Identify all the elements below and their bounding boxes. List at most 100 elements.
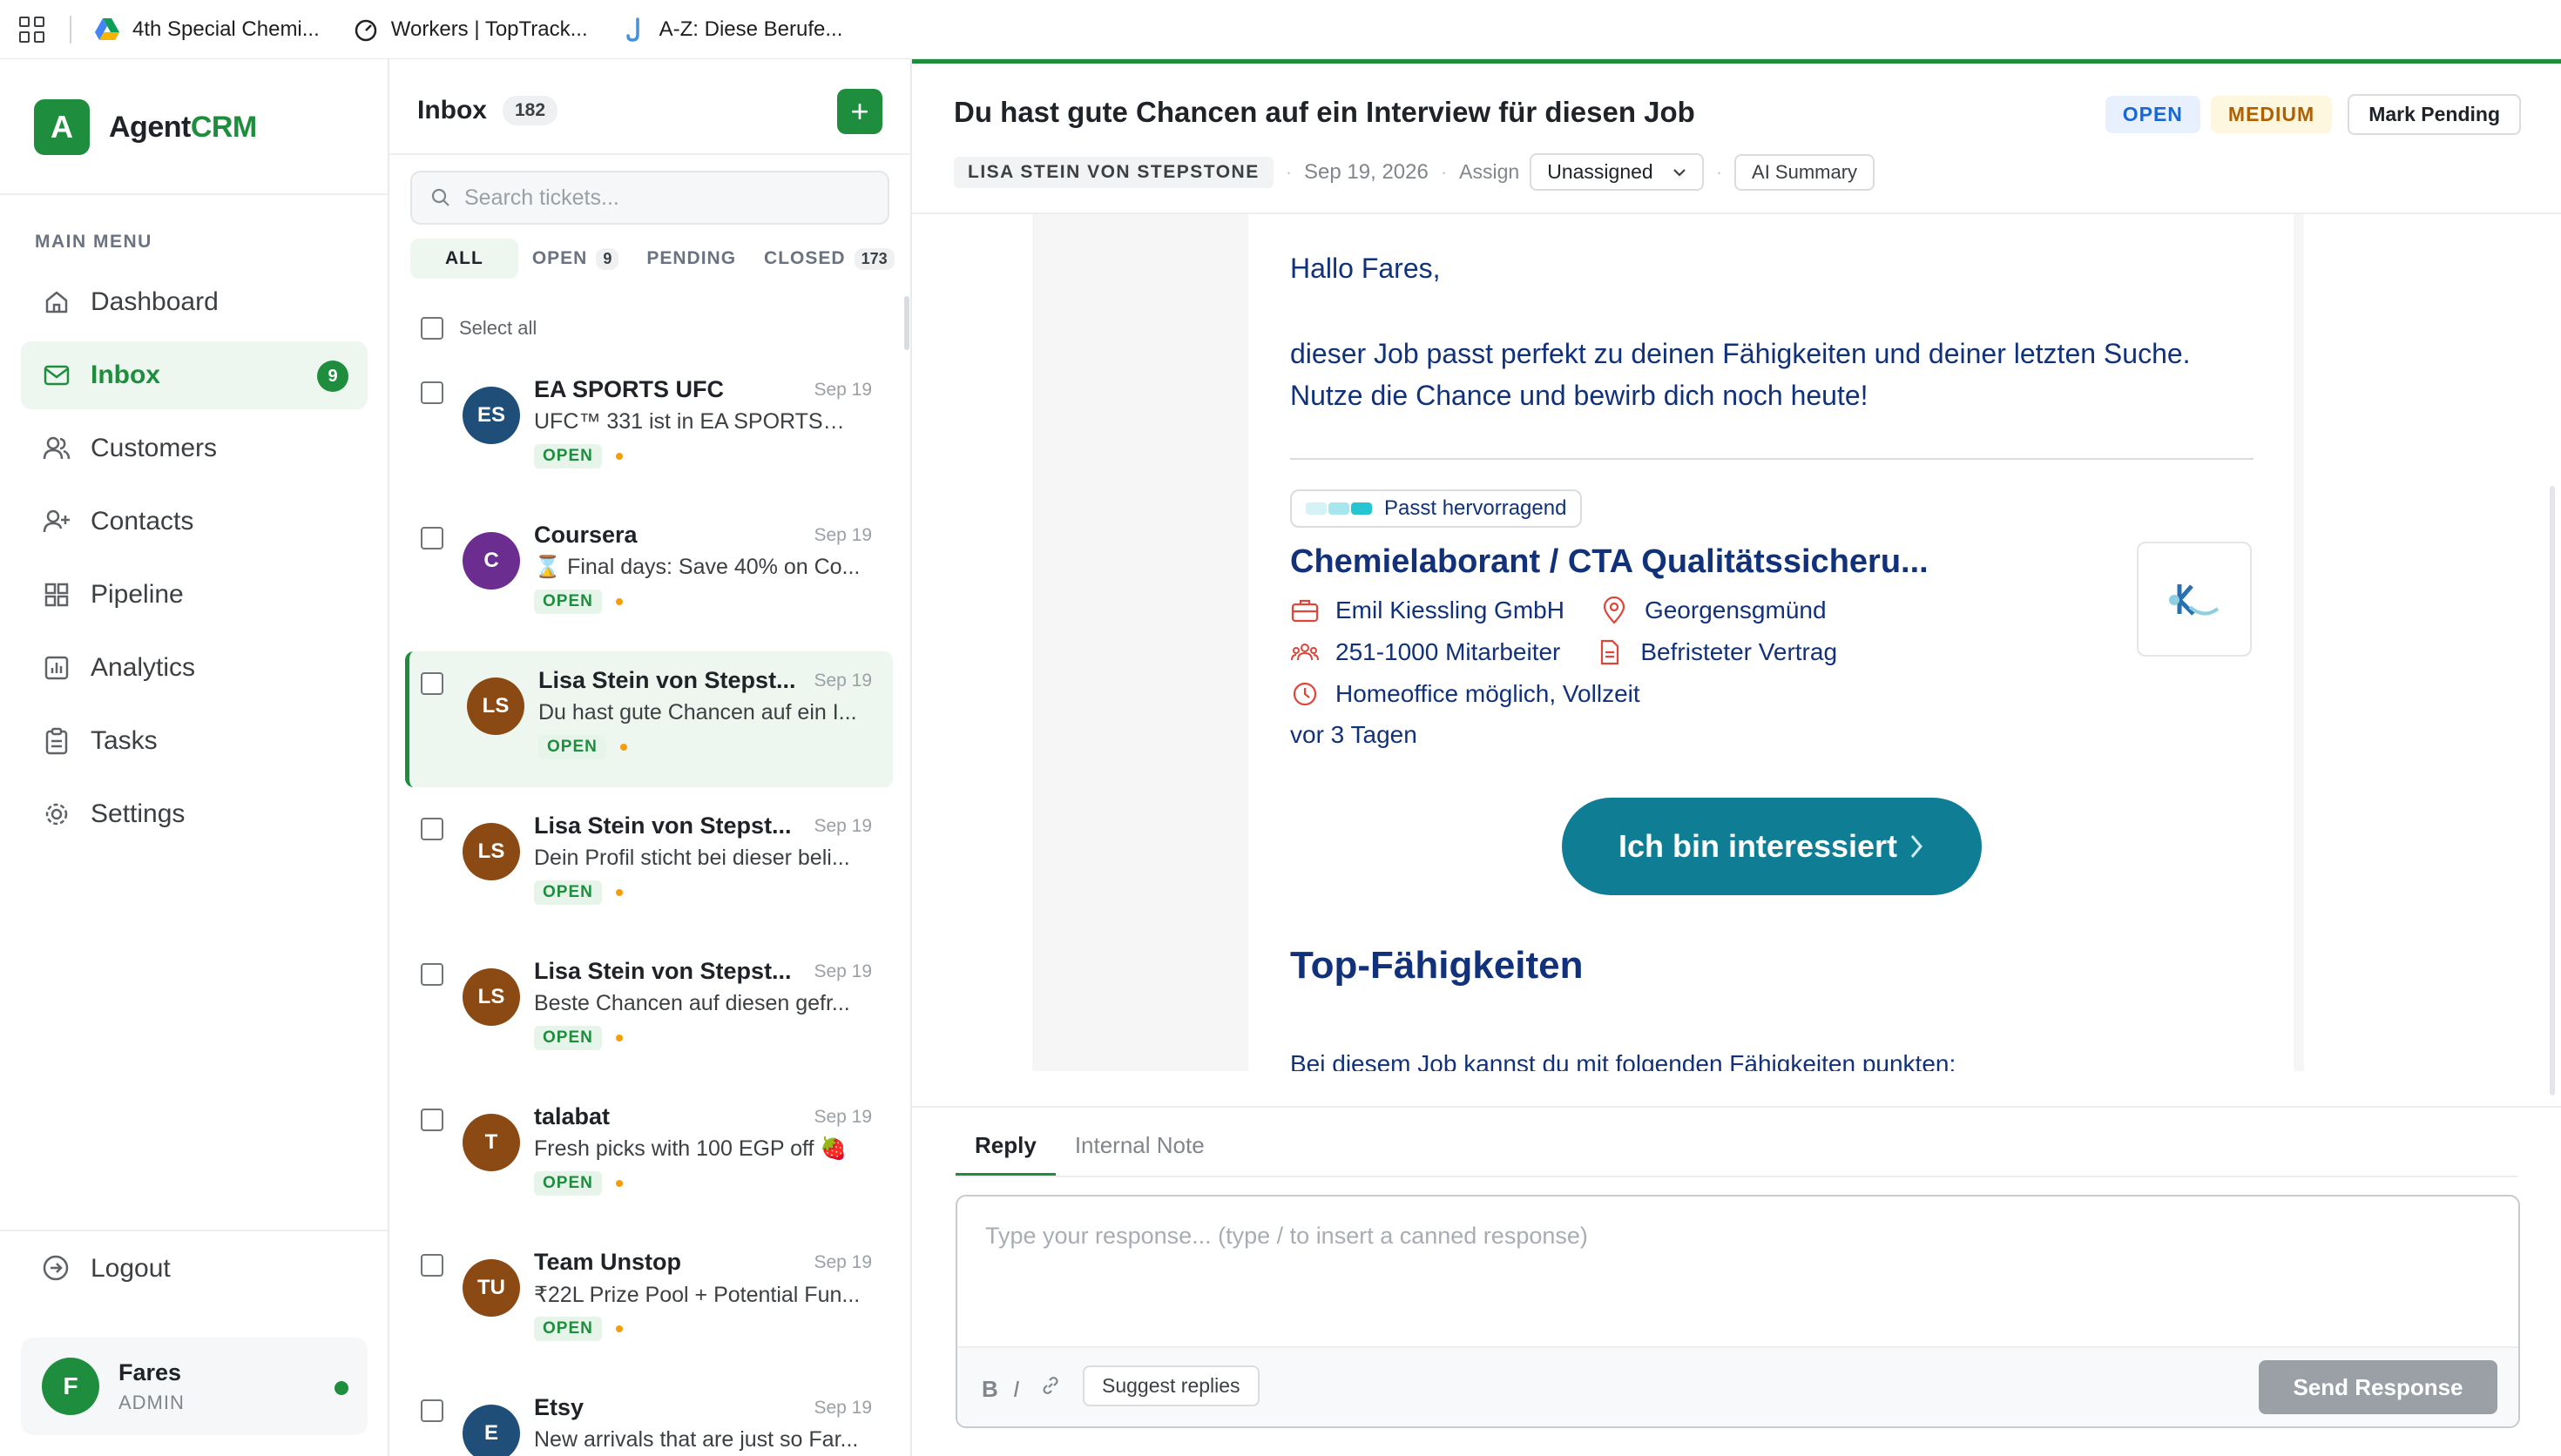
ticket-subject: ⌛ Final days: Save 40% on Co... xyxy=(534,555,861,579)
job-title-link[interactable]: Chemielaborant / CTA Qualitätssicheru... xyxy=(1290,543,1929,581)
priority-dot xyxy=(615,453,623,460)
reply-tabs-underline xyxy=(956,1176,2518,1177)
ticket-checkbox[interactable] xyxy=(421,1399,443,1422)
select-all-checkbox[interactable] xyxy=(421,317,443,340)
select-all[interactable]: Select all xyxy=(421,317,537,340)
ticket-checkbox[interactable] xyxy=(421,527,443,549)
ticket-row[interactable]: E Etsy Sep 19 New arrivals that are just so… xyxy=(405,1378,893,1456)
list-divider xyxy=(389,153,910,155)
bookmark-1[interactable]: 4th Special Chemi... xyxy=(94,17,320,43)
sidebar-item-tasks[interactable]: Tasks xyxy=(21,707,368,775)
company-logo xyxy=(2137,542,2252,657)
italic-button[interactable]: I xyxy=(1013,1376,1019,1403)
sidebar-item-analytics[interactable]: Analytics xyxy=(21,634,368,702)
ticket-status: OPEN xyxy=(534,880,623,905)
company-logo-mark xyxy=(2169,584,2220,616)
search-input[interactable] xyxy=(464,185,874,211)
reply-composer: B I Suggest replies Send Response xyxy=(956,1195,2520,1428)
email-intro: dieser Job passt perfekt zu deinen Fähig… xyxy=(1290,333,2301,416)
priority-badge[interactable]: MEDIUM xyxy=(2210,96,2333,133)
ticket-row[interactable]: C Coursera Sep 19 ⌛ Final days: Save 40% on… xyxy=(405,506,893,642)
filter-closed[interactable]: CLOSED 173 xyxy=(750,239,909,279)
ticket-row[interactable]: TU Team Unstop Sep 19 ₹22L Prize Pool + Pot… xyxy=(405,1233,893,1369)
sidebar-item-dashboard[interactable]: Dashboard xyxy=(21,268,368,336)
location-pin-icon xyxy=(1599,596,1629,625)
tab-reply[interactable]: Reply xyxy=(956,1132,1056,1176)
assign-select[interactable]: Unassigned xyxy=(1530,153,1704,191)
reply-divider xyxy=(912,1106,2561,1108)
status-badge: OPEN xyxy=(534,1171,602,1196)
status-badge: OPEN xyxy=(534,880,602,905)
brand[interactable]: A AgentCRM xyxy=(34,99,257,155)
avatar: T xyxy=(463,1114,520,1171)
send-response-button[interactable]: Send Response xyxy=(2259,1360,2497,1414)
ticket-row[interactable]: LS Lisa Stein von Stepst... Sep 19 Du hast … xyxy=(405,651,893,787)
bookmark-2[interactable]: Workers | TopTrack... xyxy=(353,17,588,43)
avatar: C xyxy=(463,532,520,590)
job-mode-row: Homeoffice möglich, Vollzeit xyxy=(1290,679,1640,709)
job-employees: 251-1000 Mitarbeiter xyxy=(1335,638,1561,665)
email-card: Hallo Fares, dieser Job passt perfekt zu… xyxy=(1248,214,2294,1071)
priority-dot xyxy=(619,744,627,751)
sidebar-item-contacts[interactable]: Contacts xyxy=(21,488,368,556)
email-line-2: Nutze die Chance und bewirb dich noch he… xyxy=(1290,380,1868,411)
ticket-checkbox[interactable] xyxy=(421,672,443,695)
priority-dot xyxy=(615,1180,623,1187)
ai-summary-button[interactable]: AI Summary xyxy=(1734,153,1875,191)
sidebar-item-settings[interactable]: Settings xyxy=(21,780,368,848)
ticket-sender: Coursera xyxy=(534,522,638,548)
ticket-subject: ₹22L Prize Pool + Potential Fun... xyxy=(534,1283,861,1307)
gear-icon xyxy=(42,799,71,829)
filter-all[interactable]: ALL xyxy=(410,239,518,279)
ticket-row[interactable]: LS Lisa Stein von Stepst... Sep 19 Dein Pro… xyxy=(405,797,893,933)
sidebar-item-pipeline[interactable]: Pipeline xyxy=(21,561,368,629)
mail-icon xyxy=(42,361,71,390)
mark-pending-button[interactable]: Mark Pending xyxy=(2348,94,2521,135)
email-greeting: Hallo Fares, xyxy=(1290,253,1441,284)
ticket-date: Sep 19 xyxy=(814,1107,872,1127)
ticket-row[interactable]: Ttalabat Sep 19 Fresh picks with 100 EGP o… xyxy=(405,1088,893,1223)
job-contract: Befristeter Vertrag xyxy=(1640,638,1838,665)
bookmarks-bar: 4th Special Chemi... Workers | TopTrack.… xyxy=(0,0,2561,59)
link-icon[interactable] xyxy=(1039,1374,1062,1403)
job-posted: vor 3 Tagen xyxy=(1290,721,1417,748)
sidebar-item-inbox[interactable]: Inbox 9 xyxy=(21,341,368,409)
status-badge: OPEN xyxy=(534,444,602,468)
ticket-checkbox[interactable] xyxy=(421,1254,443,1277)
interested-button[interactable]: Ich bin interessiert xyxy=(1562,798,1982,895)
priority-dot xyxy=(615,1325,623,1332)
status-badge[interactable]: OPEN xyxy=(2105,96,2200,133)
sidebar-item-customers[interactable]: Customers xyxy=(21,415,368,482)
user-card[interactable]: F Fares ADMIN xyxy=(21,1338,368,1435)
sidebar-item-label: Analytics xyxy=(91,653,196,682)
bold-button[interactable]: B xyxy=(982,1376,998,1403)
clipboard-icon xyxy=(42,726,71,756)
ticket-row[interactable]: LS Lisa Stein von Stepst... Sep 19 Beste Ch… xyxy=(405,942,893,1078)
ticket-checkbox[interactable] xyxy=(421,818,443,840)
user-role: ADMIN xyxy=(118,1391,185,1413)
status-badge: OPEN xyxy=(534,590,602,614)
detail-scrollbar[interactable] xyxy=(2550,486,2555,1095)
logout-button[interactable]: Logout xyxy=(42,1254,171,1284)
ticket-date: Sep 19 xyxy=(814,380,872,400)
tab-internal-note[interactable]: Internal Note xyxy=(1056,1132,1224,1176)
apps-grid-icon[interactable] xyxy=(19,16,45,43)
status-filters: ALL OPEN 9 PENDING CLOSED 173 xyxy=(410,239,909,279)
new-ticket-button[interactable]: + xyxy=(837,89,882,134)
ticket-checkbox[interactable] xyxy=(421,381,443,404)
meta-separator: · xyxy=(1285,160,1293,183)
ticket-checkbox[interactable] xyxy=(421,963,443,986)
ticket-list-scrollbar[interactable] xyxy=(904,296,909,350)
ticket-row[interactable]: ES EA SPORTS UFC Sep 19 UFC™ 331 ist in EA … xyxy=(405,361,893,496)
reply-input[interactable] xyxy=(985,1223,2466,1327)
clock-icon xyxy=(1290,679,1320,709)
ticket-checkbox[interactable] xyxy=(421,1109,443,1131)
bookmark-3[interactable]: A-Z: Diese Berufe... xyxy=(621,17,842,43)
filter-open[interactable]: OPEN 9 xyxy=(518,239,633,279)
filter-pending[interactable]: PENDING xyxy=(632,239,750,279)
suggest-replies-button[interactable]: Suggest replies xyxy=(1083,1365,1260,1406)
bookmark-1-label: 4th Special Chemi... xyxy=(132,17,320,41)
sidebar-item-label: Inbox xyxy=(91,361,160,389)
job-work-mode: Homeoffice möglich, Vollzeit xyxy=(1335,680,1640,707)
chevron-down-icon xyxy=(1672,168,1686,177)
